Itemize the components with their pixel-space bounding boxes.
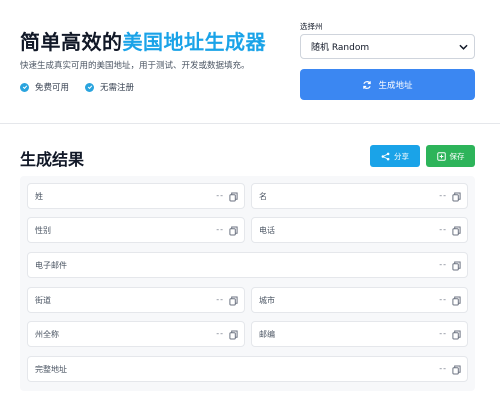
field-label: 姓 (35, 191, 43, 201)
share-button[interactable]: 分享 (370, 145, 420, 167)
chevron-down-icon (459, 43, 468, 54)
field-value: -- (216, 295, 224, 304)
copy-icon[interactable] (452, 365, 461, 377)
save-label: 保存 (449, 151, 465, 161)
field-value: -- (439, 225, 447, 234)
share-icon (381, 152, 390, 160)
field-value: -- (216, 329, 224, 338)
page-title-part1: 简单高效的 (20, 30, 123, 54)
field-state-full: 州全称 -- (27, 321, 245, 347)
page-title: 简单高效的美国地址生成器 (20, 26, 266, 55)
field-last-name: 姓 -- (27, 183, 245, 209)
check-circle-icon (85, 82, 94, 92)
field-label: 性别 (35, 225, 51, 235)
save-button[interactable]: 保存 (426, 145, 475, 167)
field-value: -- (439, 260, 447, 269)
feature-label: 免费可用 (35, 83, 70, 93)
field-label: 邮编 (259, 329, 275, 339)
field-zip: 邮编 -- (251, 321, 468, 347)
feature-no-register: 无需注册 (85, 81, 134, 93)
field-full-address: 完整地址 -- (27, 356, 468, 382)
copy-icon[interactable] (452, 296, 461, 308)
field-street: 街道 -- (27, 287, 245, 313)
field-value: -- (439, 191, 447, 200)
field-first-name: 名 -- (251, 183, 468, 209)
field-label: 名 (259, 191, 267, 201)
state-select-value: 随机 Random (311, 43, 370, 53)
field-value: -- (439, 295, 447, 304)
copy-icon[interactable] (452, 192, 461, 204)
field-value: -- (216, 225, 224, 234)
check-circle-icon (20, 82, 29, 92)
feature-free: 免费可用 (20, 81, 69, 93)
page-subtitle: 快速生成真实可用的美国地址，用于测试、开发或数据填充。 (20, 61, 250, 71)
field-value: -- (439, 329, 447, 338)
share-label: 分享 (394, 151, 409, 161)
field-label: 州全称 (35, 329, 59, 339)
results-title: 生成结果 (20, 150, 85, 169)
copy-icon[interactable] (229, 226, 238, 238)
field-email: 电子邮件 -- (27, 252, 468, 278)
copy-icon[interactable] (229, 330, 238, 342)
feature-label: 无需注册 (100, 83, 135, 93)
copy-icon[interactable] (229, 296, 238, 308)
field-value: -- (216, 191, 224, 200)
field-gender: 性别 -- (27, 217, 245, 243)
field-phone: 电话 -- (251, 217, 468, 243)
field-label: 完整地址 (35, 364, 67, 374)
field-value: -- (439, 364, 447, 373)
page-title-part2: 美国地址生成器 (122, 30, 266, 54)
copy-icon[interactable] (452, 261, 461, 273)
generate-address-button[interactable]: 生成地址 (300, 69, 475, 100)
copy-icon[interactable] (229, 192, 238, 204)
field-label: 电子邮件 (35, 260, 67, 270)
field-label: 街道 (35, 295, 51, 305)
field-label: 电话 (259, 225, 275, 235)
refresh-icon (363, 80, 372, 89)
copy-icon[interactable] (452, 226, 461, 238)
copy-icon[interactable] (452, 330, 461, 342)
field-city: 城市 -- (251, 287, 468, 313)
generate-address-label: 生成地址 (378, 80, 413, 91)
plus-square-icon (436, 151, 446, 161)
state-select-label: 选择州 (300, 22, 323, 31)
state-select[interactable]: 随机 Random (300, 34, 475, 59)
field-label: 城市 (259, 295, 275, 305)
